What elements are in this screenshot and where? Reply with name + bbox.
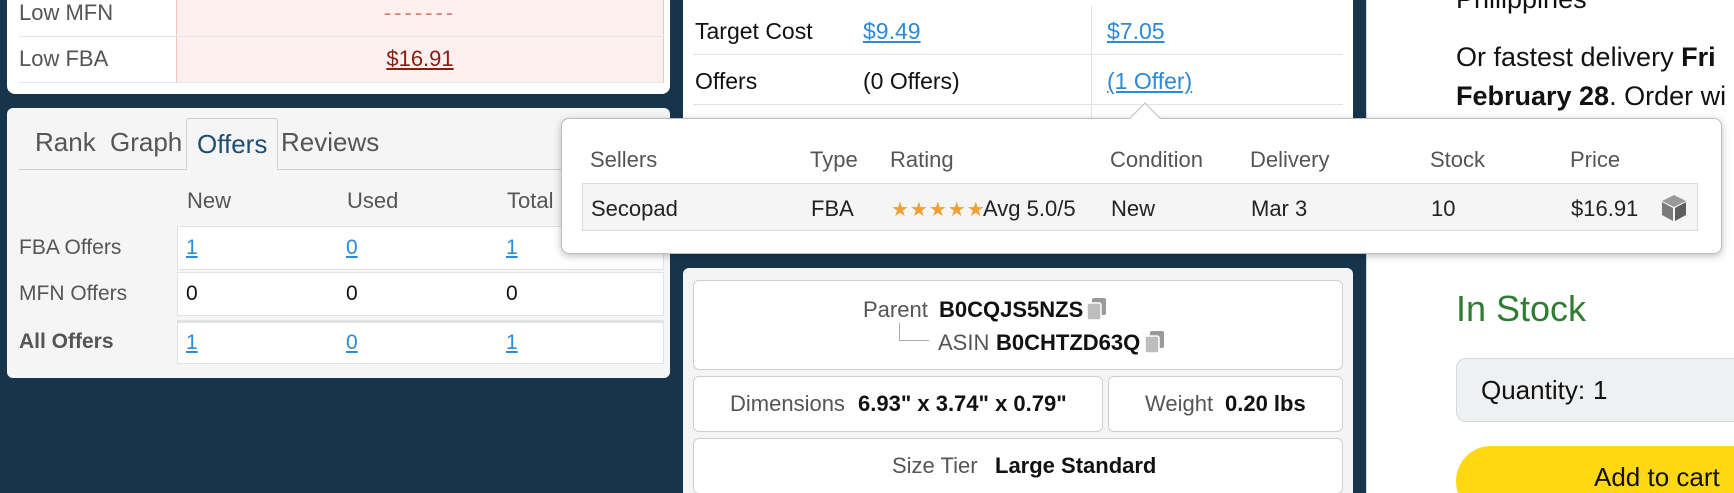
tab-reviews[interactable]: Reviews [281, 127, 379, 158]
fba-total-link[interactable]: 1 [506, 236, 518, 260]
all-total-link[interactable]: 1 [506, 331, 518, 355]
dimensions-value: 6.93" x 3.74" x 0.79" [858, 391, 1067, 416]
header-type: Type [810, 147, 858, 172]
offer-stock: 10 [1431, 196, 1456, 221]
table-row: 1 0 1 [177, 320, 664, 364]
seller-name[interactable]: Secopad [591, 196, 678, 222]
header-rating: Rating [890, 147, 954, 172]
asin-value: B0CHTZD63Q [996, 330, 1141, 355]
size-tier-box: Size Tier Large Standard [693, 438, 1343, 493]
mfn-total-value: 0 [506, 282, 518, 305]
order-within-text: . Order wi [1609, 81, 1727, 111]
target-cost-label: Target Cost [695, 18, 813, 44]
parent-label: Parent [863, 297, 928, 322]
table-row: 0 0 0 [177, 272, 664, 316]
delivery-date: February 28 [1456, 81, 1610, 111]
fba-offers-label: FBA Offers [19, 236, 122, 259]
header-condition: Condition [1110, 147, 1203, 172]
offers-new-value: (0 Offers) [863, 68, 960, 94]
low-price-card: Low MFN ------- Low FBA $16.91 [7, 0, 670, 94]
low-mfn-dashes: ------- [383, 0, 457, 25]
table-row: Secopad FBA ★★★★★ Avg 5.0/5 New Mar 3 10… [582, 183, 1698, 231]
offers-row: Offers (0 Offers) (1 Offer) [693, 55, 1343, 105]
delivery-prefix: Or fastest delivery [1456, 42, 1682, 72]
low-fba-link[interactable]: $16.91 [386, 46, 453, 71]
tree-connector [899, 323, 929, 341]
offers-used-link[interactable]: (1 Offer) [1107, 68, 1192, 95]
dimensions-box: Dimensions 6.93" x 3.74" x 0.79" [693, 376, 1103, 432]
header-price: Price [1570, 147, 1621, 172]
low-fba-label: Low FBA [19, 36, 177, 83]
star-rating-icon: ★★★★★ [891, 199, 986, 221]
fba-used-link[interactable]: 0 [346, 236, 358, 260]
add-to-cart-label: Add to cart [1594, 462, 1720, 492]
column-header-new: New [187, 188, 232, 213]
quantity-label: Quantity: [1481, 375, 1586, 405]
offer-delivery: Mar 3 [1251, 196, 1308, 221]
target-cost-used-link[interactable]: $7.05 [1107, 18, 1165, 45]
quantity-value: 1 [1593, 375, 1608, 405]
asin-box: Parent B0CQJS5NZS ASIN B0CHTZD63Q [693, 280, 1343, 370]
copy-icon[interactable] [1144, 330, 1166, 359]
asin-label: ASIN [938, 330, 990, 355]
weight-value: 0.20 lbs [1225, 391, 1306, 416]
all-offers-label: All Offers [19, 330, 114, 353]
delivery-day: Fri [1681, 42, 1716, 72]
fba-new-link[interactable]: 1 [186, 236, 198, 260]
target-cost-row: Target Cost $9.49 $7.05 [693, 5, 1343, 55]
mfn-new-value: 0 [186, 282, 198, 305]
tab-rank[interactable]: Rank [35, 127, 96, 158]
target-cost-new-link[interactable]: $9.49 [863, 18, 921, 45]
delivery-text: Or fastest delivery Fri [1456, 42, 1716, 73]
column-divider [1091, 5, 1092, 120]
tab-graph[interactable]: Graph [110, 127, 182, 158]
ship-to-text: Philippines [1456, 0, 1587, 15]
weight-box: Weight 0.20 lbs [1108, 376, 1343, 432]
weight-label: Weight [1145, 391, 1214, 416]
low-mfn-value: ------- [176, 0, 664, 37]
all-used-link[interactable]: 0 [346, 331, 358, 355]
dimensions-label: Dimensions [730, 391, 845, 416]
low-price-table: Low MFN ------- Low FBA $16.91 [19, 0, 664, 83]
tab-offers[interactable]: Offers [186, 118, 279, 170]
size-tier-value: Large Standard [995, 453, 1157, 478]
offers-label: Offers [695, 68, 758, 94]
offer-price: $16.91 [1571, 196, 1639, 221]
in-stock-status: In Stock [1456, 288, 1587, 329]
mfn-used-value: 0 [346, 282, 358, 305]
low-fba-value: $16.91 [176, 36, 664, 83]
all-new-link[interactable]: 1 [186, 331, 198, 355]
offers-popover: Sellers Type Rating Condition Delivery S… [561, 102, 1722, 254]
product-ids-card: Parent B0CQJS5NZS ASIN B0CHTZD63Q Dimens… [683, 268, 1353, 493]
table-row: Low MFN ------- [19, 0, 664, 37]
parent-asin: B0CQJS5NZS [939, 297, 1084, 322]
package-icon [1661, 194, 1687, 227]
delivery-date-text: February 28. Order wi [1456, 81, 1726, 112]
copy-icon[interactable] [1086, 297, 1108, 326]
low-mfn-label: Low MFN [19, 0, 177, 37]
rating-text: Avg 5.0/5 [983, 196, 1076, 221]
column-header-used: Used [347, 188, 399, 213]
add-to-cart-button[interactable]: Add to cart [1456, 446, 1734, 493]
cost-card: Target Cost $9.49 $7.05 Offers (0 Offers… [683, 0, 1353, 120]
table-row: Low FBA $16.91 [19, 36, 664, 83]
offer-condition: New [1111, 196, 1156, 221]
offer-type: FBA [811, 196, 854, 221]
header-stock: Stock [1430, 147, 1486, 172]
mfn-offers-label: MFN Offers [19, 282, 128, 305]
size-tier-label: Size Tier [892, 453, 978, 478]
quantity-select[interactable]: Quantity: 1 [1456, 358, 1734, 422]
column-header-total: Total [507, 188, 554, 213]
header-sellers: Sellers [590, 147, 658, 172]
header-delivery: Delivery [1250, 147, 1330, 172]
